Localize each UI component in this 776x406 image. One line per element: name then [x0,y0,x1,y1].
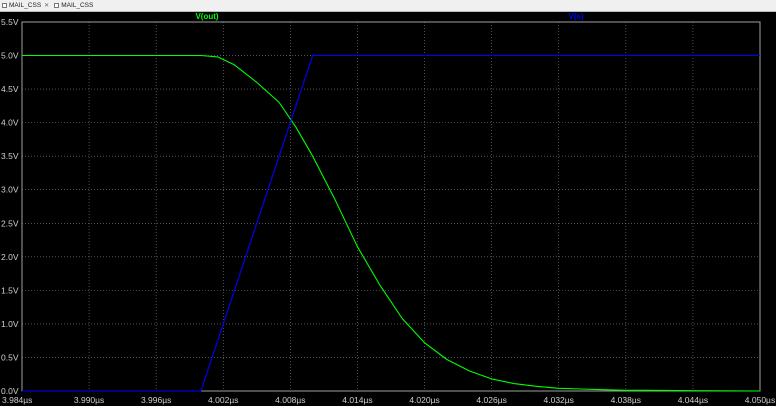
x-tick-label: 4.050µs [745,395,775,405]
y-tick-label: 4.5V [1,84,19,94]
x-tick-label: 4.038µs [611,395,641,405]
y-tick-label: 3.0V [1,185,19,195]
x-tick-label: 4.044µs [678,395,708,405]
y-tick-label: 0.5V [1,352,19,362]
y-tick-label: 2.0V [1,252,19,262]
x-tick-label: 3.990µs [74,395,104,405]
y-tick-label: 5.5V [1,17,19,27]
y-tick-label: 3.5V [1,151,19,161]
y-tick-label: 5.0V [1,51,19,61]
y-tick-label: 4.0V [1,118,19,128]
x-tick-label: 4.008µs [275,395,305,405]
x-tick-label: 4.020µs [409,395,439,405]
y-axis-ticks: 0.0V 0.5V 1.0V 1.5V 2.0V 2.5V 3.0V 3.5V 4.0V 4.5V… [1,17,19,396]
plot-legend: V(out) V(s) [195,12,583,21]
y-tick-label: 1.0V [1,319,19,329]
x-tick-label: 3.984µs [2,395,32,405]
x-axis-ticks: 3.984µs 3.990µs 3.996µs 4.002µs 4.008µs 4.014… [2,395,775,405]
legend-label: V(s) [568,12,583,21]
x-tick-label: 4.032µs [544,395,574,405]
x-tick-label: 4.002µs [208,395,238,405]
legend-label: V(out) [195,12,218,21]
y-tick-label: 0.0V [1,386,19,396]
y-tick-label: 1.5V [1,285,19,295]
x-tick-label: 4.026µs [476,395,506,405]
x-tick-label: 3.996µs [141,395,171,405]
plot-grid [21,21,761,392]
y-tick-label: 2.5V [1,218,19,228]
waveform-plot[interactable]: 3.984µs 3.990µs 3.996µs 4.002µs 4.008µs 4.014… [0,0,776,406]
plot-frame [21,21,761,392]
x-tick-label: 4.014µs [342,395,372,405]
